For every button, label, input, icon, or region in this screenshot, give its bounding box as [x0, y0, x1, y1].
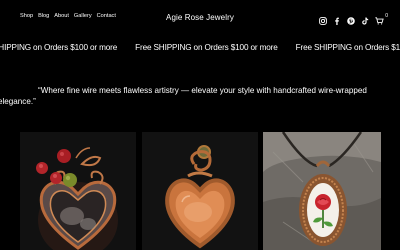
header-icons: 0	[319, 12, 388, 25]
product-image-rose-pendant	[263, 132, 381, 250]
announcement-text: Free SHIPPING on Orders $100 or more	[295, 43, 400, 52]
product-card[interactable]	[142, 132, 258, 250]
product-image-heart-red-beads	[20, 132, 136, 250]
cart-count: 0	[385, 13, 388, 19]
instagram-icon[interactable]	[319, 12, 327, 25]
quote-line: elegance.”	[0, 96, 36, 106]
product-card[interactable]	[263, 132, 381, 250]
announcement-text: SHIPPING on Orders $100 or more	[0, 43, 118, 52]
announcement-marquee: SHIPPING on Orders $100 or more Free SHI…	[0, 43, 400, 52]
product-card[interactable]	[20, 132, 136, 250]
shipping-announcement-bar: SHIPPING on Orders $100 or more Free SHI…	[0, 39, 400, 57]
cart-icon[interactable]: 0	[375, 12, 388, 25]
quote-line: “Where fine wire meets flawless artistry…	[38, 86, 367, 95]
announcement-text: Free SHIPPING on Orders $100 or more	[135, 43, 278, 52]
pinterest-icon[interactable]	[347, 12, 355, 25]
site-header: Shop Blog About Gallery Contact Agie Ros…	[0, 0, 400, 36]
product-image-heart-orange-stone	[142, 132, 258, 250]
tiktok-icon[interactable]	[361, 12, 369, 25]
facebook-icon[interactable]	[333, 12, 341, 25]
